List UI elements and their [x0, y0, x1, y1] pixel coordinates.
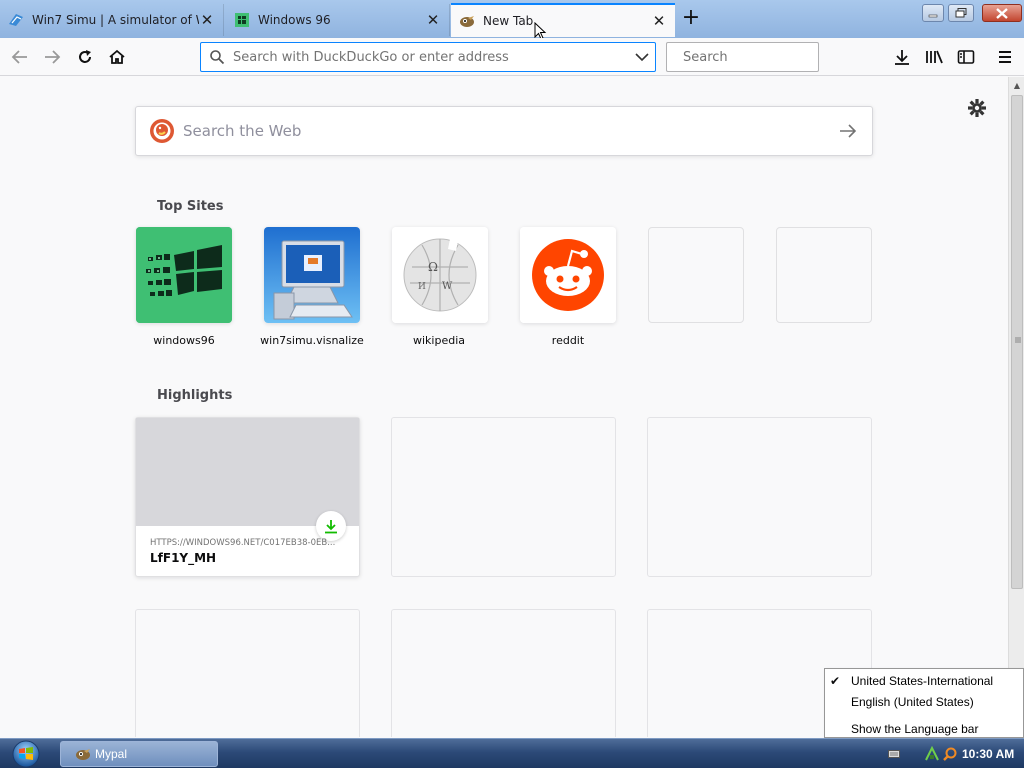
taskbar-item-label: Mypal	[95, 747, 128, 761]
network-icon[interactable]	[924, 746, 940, 762]
minimize-button[interactable]	[922, 4, 944, 22]
library-icon	[926, 50, 943, 64]
new-tab-button[interactable]: +	[680, 7, 702, 30]
download-icon	[895, 50, 909, 65]
highlight-thumbnail	[136, 418, 359, 526]
gear-icon[interactable]	[966, 97, 988, 119]
highlight-placeholder	[135, 609, 360, 737]
back-arrow-icon	[11, 50, 27, 64]
mypal-icon	[459, 13, 475, 29]
download-badge	[316, 511, 346, 541]
taskbar: Mypal 10:30 AM	[0, 738, 1024, 768]
top-sites-heading: Top Sites	[157, 199, 224, 214]
highlight-url: HTTPS://WINDOWS96.NET/C017EB38-0EB...	[150, 538, 336, 548]
close-icon	[996, 7, 1008, 19]
search-tray-icon[interactable]	[942, 746, 958, 762]
search-submit-button[interactable]	[824, 107, 872, 155]
search-input[interactable]	[683, 49, 853, 65]
show-language-bar-option[interactable]: Show the Language bar	[851, 722, 978, 736]
windows-start-orb-icon	[12, 740, 40, 768]
forward-arrow-icon	[45, 50, 61, 64]
win7simu-icon	[8, 12, 24, 28]
url-dropdown-button[interactable]	[629, 43, 655, 71]
highlight-placeholder	[391, 417, 616, 577]
start-button[interactable]	[6, 739, 46, 768]
downloads-button[interactable]	[888, 43, 916, 71]
clock[interactable]: 10:30 AM	[962, 747, 1014, 761]
sidebar-button[interactable]	[952, 43, 980, 71]
url-bar[interactable]	[200, 42, 656, 72]
back-button[interactable]	[6, 43, 34, 71]
search-icon	[210, 50, 225, 65]
windows96-logo	[136, 227, 232, 323]
language-menu: ✔ United States-International English (U…	[824, 668, 1024, 738]
tab-win7simu[interactable]: Win7 Simu | A simulator of Win ✕	[0, 4, 224, 36]
keyboard-icon[interactable]	[888, 748, 900, 760]
top-site-empty	[648, 227, 744, 323]
top-site-label[interactable]: windows96	[120, 334, 248, 347]
navigation-toolbar	[0, 38, 1024, 76]
close-icon[interactable]: ✕	[425, 12, 441, 28]
reddit-logo	[520, 227, 616, 323]
top-site-windows96[interactable]	[136, 227, 232, 323]
reload-button[interactable]	[71, 43, 99, 71]
arrow-right-icon	[840, 124, 857, 138]
highlights-heading: Highlights	[157, 388, 233, 403]
close-icon[interactable]: ✕	[199, 12, 215, 28]
mypal-icon	[76, 749, 90, 760]
window-close-button[interactable]	[982, 4, 1022, 22]
tab-strip: Win7 Simu | A simulator of Win ✕ Windows…	[0, 0, 1024, 40]
highlight-placeholder	[391, 609, 616, 737]
download-icon	[325, 519, 337, 533]
top-site-label[interactable]: win7simu.visnalize	[248, 334, 376, 347]
top-site-win7simu[interactable]	[264, 227, 360, 323]
svg-text:Ω: Ω	[428, 260, 438, 274]
wikipedia-globe: Ω W И	[392, 227, 488, 323]
tab-new-tab[interactable]: New Tab ✕	[451, 3, 675, 37]
svg-text:W: W	[442, 281, 453, 292]
tab-title: New Tab	[483, 14, 534, 28]
tab-title: Windows 96	[258, 13, 331, 27]
language-option[interactable]: English (United States)	[851, 695, 974, 709]
taskbar-item-mypal[interactable]: Mypal	[60, 741, 218, 767]
highlight-placeholder	[647, 417, 872, 577]
close-icon[interactable]: ✕	[651, 13, 667, 29]
top-site-label[interactable]: reddit	[504, 334, 632, 347]
scroll-up-icon[interactable]: ▲	[1012, 81, 1022, 91]
highlight-card[interactable]: HTTPS://WINDOWS96.NET/C017EB38-0EB... Lf…	[135, 417, 360, 577]
web-search-box[interactable]	[135, 106, 873, 156]
top-site-reddit[interactable]	[520, 227, 616, 323]
svg-text:И: И	[418, 282, 426, 292]
win7-computer-image	[264, 227, 360, 323]
home-icon	[109, 49, 125, 64]
duckduckgo-icon	[150, 119, 174, 143]
top-site-label[interactable]: wikipedia	[375, 334, 503, 347]
top-site-empty	[776, 227, 872, 323]
top-site-wikipedia[interactable]: Ω W И	[392, 227, 488, 323]
web-search-input[interactable]	[183, 122, 824, 140]
windows96-icon	[234, 12, 250, 28]
home-button[interactable]	[103, 43, 131, 71]
library-button[interactable]	[920, 43, 948, 71]
tab-windows96[interactable]: Windows 96 ✕	[226, 4, 450, 36]
language-option[interactable]: United States-International	[851, 674, 993, 688]
restore-icon	[955, 8, 967, 18]
grip-icon	[1015, 337, 1021, 343]
chevron-down-icon	[635, 53, 649, 62]
checkmark-icon: ✔	[830, 674, 841, 688]
search-bar[interactable]	[666, 42, 853, 72]
minimize-icon	[928, 14, 938, 18]
tab-title: Win7 Simu | A simulator of Win	[32, 13, 199, 27]
menu-button[interactable]	[991, 43, 1019, 71]
hamburger-menu-icon	[999, 51, 1011, 63]
url-input[interactable]	[233, 49, 629, 65]
highlight-title: LfF1Y_MH	[150, 551, 217, 565]
reload-icon	[79, 50, 91, 63]
scrollbar-thumb[interactable]	[1011, 95, 1023, 589]
vertical-scrollbar[interactable]: ▲ ▼	[1008, 77, 1024, 737]
forward-button[interactable]	[38, 43, 66, 71]
sidebar-icon	[957, 50, 975, 64]
restore-button[interactable]	[948, 4, 974, 22]
new-tab-page: Top Sites	[0, 77, 1008, 737]
